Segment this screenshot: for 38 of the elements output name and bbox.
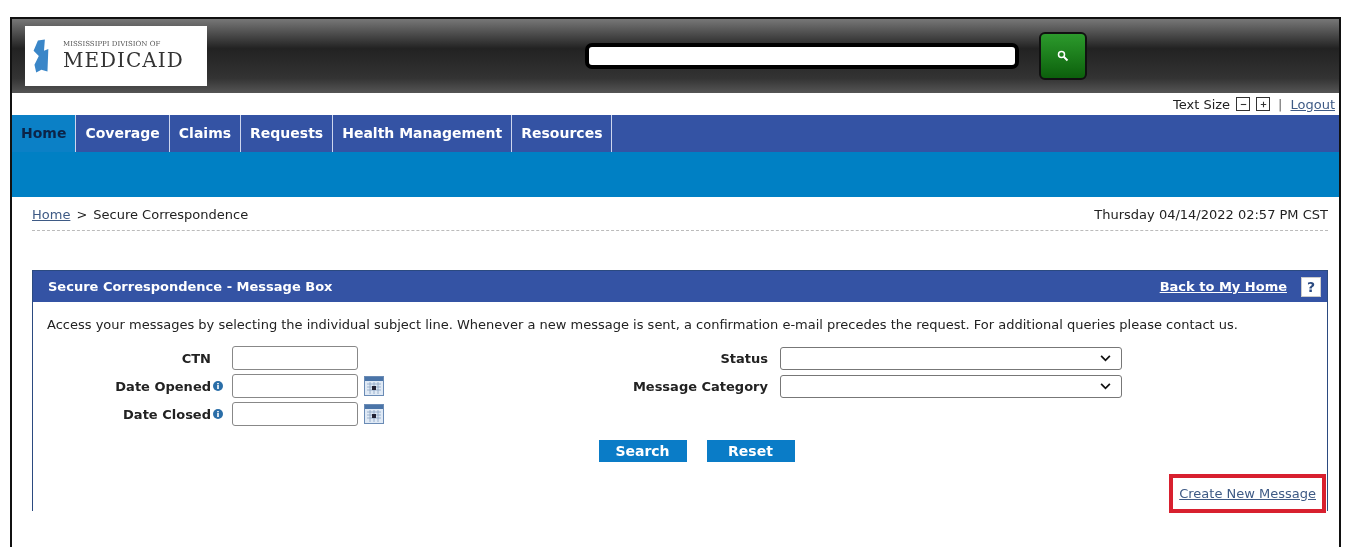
dropdown[interactable] [780, 374, 1122, 398]
create-message-link[interactable]: Create New Message [1179, 486, 1316, 501]
calendar-icon[interactable] [364, 404, 384, 424]
chevron-down-icon [1100, 354, 1111, 362]
increase-text-button[interactable] [1256, 97, 1271, 111]
field-label: Message Category [631, 378, 768, 394]
date-time: Thursday 04/14/2022 02:57 PM CST [1094, 207, 1328, 222]
breadcrumb-current: Secure Correspondence [93, 207, 249, 222]
panel-title: Secure Correspondence - Message Box [48, 279, 333, 294]
logout-link[interactable]: Logout [1290, 96, 1335, 112]
separator: | [1278, 96, 1283, 112]
description-text: Access your messages by selecting the individual subject line. Whenever a new message is sent, a confirmation e-mail precedes the request. For additional queries please contact us. [47, 316, 1239, 334]
text-size-label: Text Size [1172, 96, 1231, 112]
info-icon[interactable] [213, 381, 223, 391]
breadcrumb-separator: > [76, 207, 88, 222]
dropdown[interactable] [780, 346, 1122, 370]
reset-button[interactable]: Reset [706, 440, 795, 462]
text-field[interactable] [232, 374, 358, 398]
nav-tab[interactable]: Home [12, 115, 77, 152]
logo-name: MEDICAID [63, 48, 184, 72]
back-to-home-link[interactable]: Back to My Home [1159, 279, 1287, 294]
search-button[interactable]: Search [598, 440, 687, 462]
help-button[interactable]: ? [1301, 276, 1321, 297]
calendar-icon[interactable] [364, 376, 384, 396]
chevron-down-icon [1100, 382, 1111, 390]
breadcrumb-link[interactable]: Home [32, 207, 71, 222]
search-button[interactable] [1039, 32, 1087, 80]
text-field[interactable] [232, 346, 358, 370]
field-label: Status [719, 350, 768, 366]
field-label: CTN [180, 350, 211, 366]
plus-icon [1258, 99, 1268, 109]
text-field[interactable] [232, 402, 358, 426]
decrease-text-button[interactable] [1236, 97, 1251, 111]
field-label: Date Closed [122, 406, 211, 422]
field-label: Date Opened [114, 378, 211, 394]
search-field[interactable] [585, 43, 1019, 69]
info-icon[interactable] [213, 409, 223, 419]
search-icon [1057, 50, 1069, 62]
